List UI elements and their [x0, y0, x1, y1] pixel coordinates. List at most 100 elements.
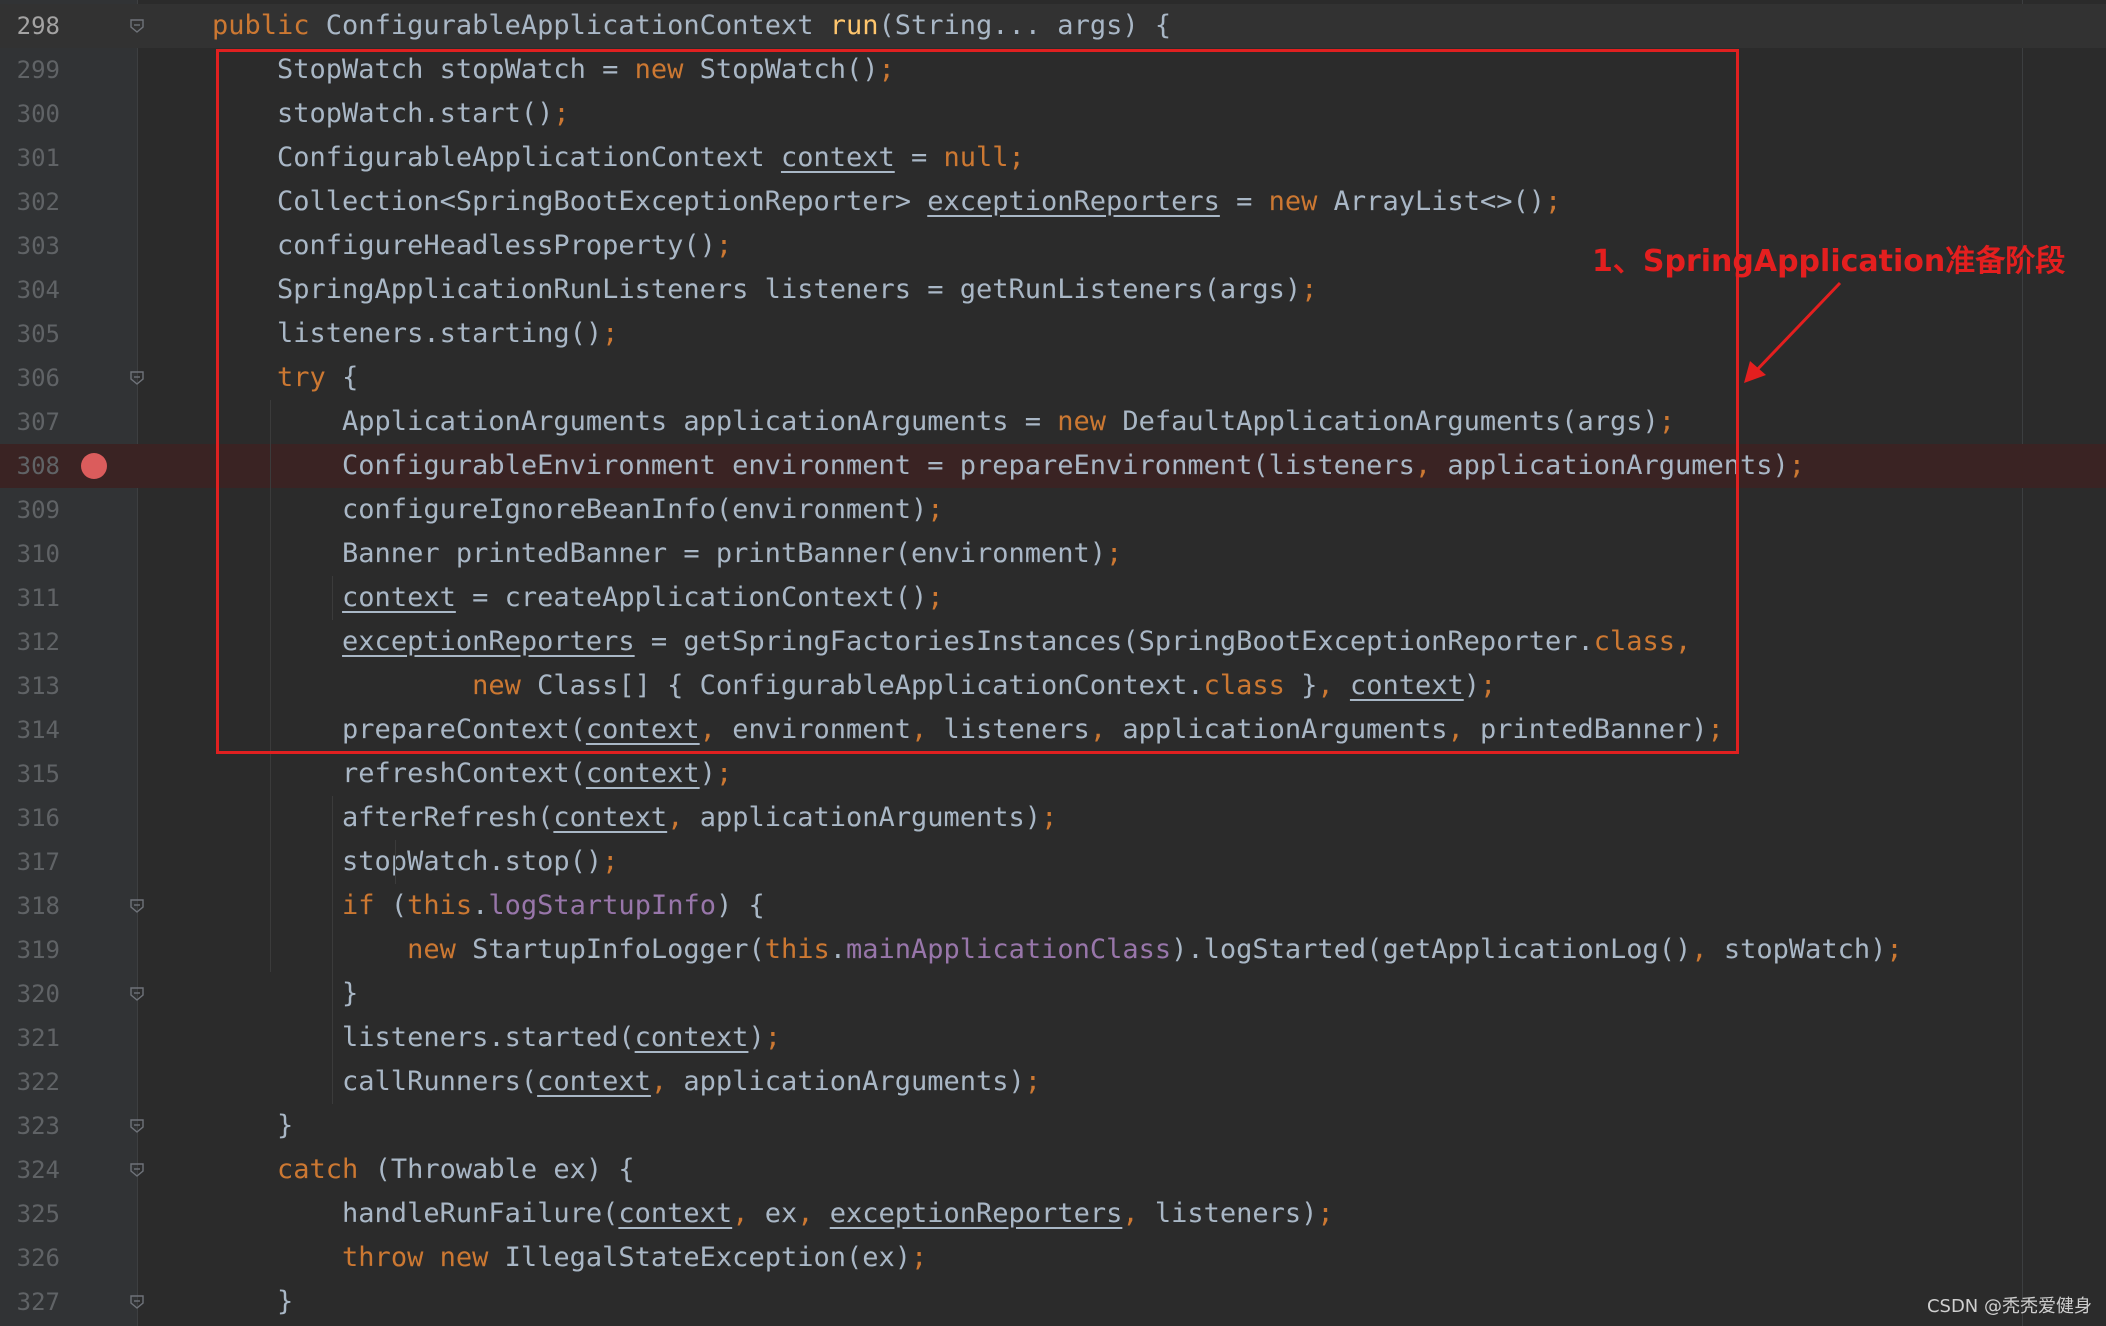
line-number[interactable]: 309 [0, 488, 60, 532]
code-token: IllegalStateException(ex) [504, 1242, 911, 1273]
code-text[interactable]: afterRefresh(context, applicationArgumen… [212, 796, 1057, 840]
line-number[interactable]: 302 [0, 180, 60, 224]
code-token: listeners) [1154, 1198, 1318, 1229]
fold-marker-icon[interactable] [129, 898, 145, 914]
code-text[interactable]: throw new IllegalStateException(ex); [212, 1236, 927, 1280]
line-number[interactable]: 305 [0, 312, 60, 356]
line-number[interactable]: 310 [0, 532, 60, 576]
line-number[interactable]: 323 [0, 1104, 60, 1148]
code-token: ConfigurableApplicationContext [325, 10, 830, 41]
code-token: } [212, 1110, 294, 1141]
line-number[interactable]: 299 [0, 48, 60, 92]
fold-marker-icon[interactable] [129, 1118, 145, 1134]
code-token: listeners.started( [212, 1022, 635, 1053]
code-line[interactable]: 321 listeners.started(context); [0, 1016, 2106, 1060]
code-token: context [618, 1198, 733, 1229]
fold-marker-icon[interactable] [129, 1162, 145, 1178]
code-editor[interactable]: 298 public ConfigurableApplicationContext… [0, 0, 2106, 1326]
code-line[interactable]: 325 handleRunFailure(context, ex, except… [0, 1192, 2106, 1236]
code-text[interactable]: } [212, 972, 358, 1016]
code-token: mainApplicationClass [846, 934, 1172, 965]
line-number[interactable]: 322 [0, 1060, 60, 1104]
line-number[interactable]: 320 [0, 972, 60, 1016]
line-number[interactable]: 311 [0, 576, 60, 620]
code-text[interactable]: catch (Throwable ex) { [212, 1148, 635, 1192]
line-number[interactable]: 298 [0, 4, 60, 48]
code-token: ex [764, 1198, 798, 1229]
code-token: this [407, 890, 473, 921]
code-text[interactable]: handleRunFailure(context, ex, exceptionR… [212, 1192, 1334, 1236]
annotation-label: 1、SpringApplication准备阶段 [1592, 244, 2066, 279]
code-token: callRunners( [212, 1066, 538, 1097]
code-line[interactable]: 323 } [0, 1104, 2106, 1148]
code-line[interactable]: 320 } [0, 972, 2106, 1016]
code-line[interactable]: 316 afterRefresh(context, applicationArg… [0, 796, 2106, 840]
code-line[interactable]: 318 if (this.logStartupInfo) { [0, 884, 2106, 928]
code-line[interactable]: 317 stopWatch.stop(); [0, 840, 2106, 884]
line-number[interactable]: 324 [0, 1148, 60, 1192]
breakpoint-icon[interactable] [81, 453, 107, 479]
line-number[interactable]: 314 [0, 708, 60, 752]
code-token: , [1122, 1198, 1155, 1229]
code-token: handleRunFailure( [212, 1198, 619, 1229]
line-number[interactable]: 312 [0, 620, 60, 664]
line-number[interactable]: 316 [0, 796, 60, 840]
code-text[interactable]: new StartupInfoLogger(this.mainApplicati… [212, 928, 1903, 972]
code-text[interactable]: if (this.logStartupInfo) { [212, 884, 765, 928]
code-text[interactable]: } [212, 1104, 293, 1148]
code-text[interactable]: refreshContext(context); [212, 752, 732, 796]
line-number[interactable]: 327 [0, 1280, 60, 1324]
fold-marker-icon[interactable] [129, 18, 145, 34]
line-number[interactable]: 313 [0, 664, 60, 708]
code-text[interactable]: listeners.started(context); [212, 1016, 781, 1060]
code-token: } [212, 978, 359, 1009]
code-token: refreshContext( [212, 758, 586, 789]
line-number[interactable]: 306 [0, 356, 60, 400]
code-line[interactable]: 324 catch (Throwable ex) { [0, 1148, 2106, 1192]
line-number[interactable]: 325 [0, 1192, 60, 1236]
code-line[interactable]: 319 new StartupInfoLogger(this.mainAppli… [0, 928, 2106, 972]
fold-marker-icon[interactable] [129, 986, 145, 1002]
code-token: , [797, 1198, 830, 1229]
code-token: context [553, 802, 668, 833]
code-line[interactable]: 326 throw new IllegalStateException(ex); [0, 1236, 2106, 1280]
line-number[interactable]: 308 [0, 444, 60, 488]
code-token: ) [748, 1022, 765, 1053]
line-number[interactable]: 304 [0, 268, 60, 312]
code-text[interactable]: public ConfigurableApplicationContext ru… [212, 4, 1171, 48]
code-token: ; [1041, 802, 1058, 833]
code-token: public [212, 10, 326, 41]
line-number[interactable]: 300 [0, 92, 60, 136]
line-number[interactable]: 301 [0, 136, 60, 180]
line-number[interactable]: 303 [0, 224, 60, 268]
line-number[interactable]: 307 [0, 400, 60, 444]
code-line[interactable]: 327 } [0, 1280, 2106, 1324]
code-line[interactable]: 315 refreshContext(context); [0, 752, 2106, 796]
watermark: CSDN @秃秃爱健身 [1926, 1296, 2092, 1317]
code-token: } [212, 1286, 294, 1317]
line-number[interactable]: 317 [0, 840, 60, 884]
code-token: ; [715, 758, 733, 789]
code-text[interactable]: } [212, 1280, 293, 1324]
code-line[interactable]: 298 public ConfigurableApplicationContext… [0, 4, 2106, 48]
code-line[interactable]: 322 callRunners(context, applicationArgu… [0, 1060, 2106, 1104]
code-token: run [829, 10, 879, 41]
code-text[interactable]: stopWatch.stop(); [212, 840, 618, 884]
code-token: this [764, 934, 830, 965]
code-token: . [472, 890, 489, 921]
code-token: ; [1886, 934, 1903, 965]
line-number[interactable]: 321 [0, 1016, 60, 1060]
code-token: ; [764, 1022, 781, 1053]
fold-marker-icon[interactable] [129, 1294, 145, 1310]
code-token: context [585, 758, 700, 789]
line-number[interactable]: 318 [0, 884, 60, 928]
code-token: stopWatch) [1723, 934, 1887, 965]
fold-marker-icon[interactable] [129, 370, 145, 386]
line-number[interactable]: 319 [0, 928, 60, 972]
line-number[interactable]: 326 [0, 1236, 60, 1280]
code-text[interactable]: callRunners(context, applicationArgument… [212, 1060, 1041, 1104]
line-number[interactable]: 315 [0, 752, 60, 796]
indent-guide [332, 796, 333, 1104]
